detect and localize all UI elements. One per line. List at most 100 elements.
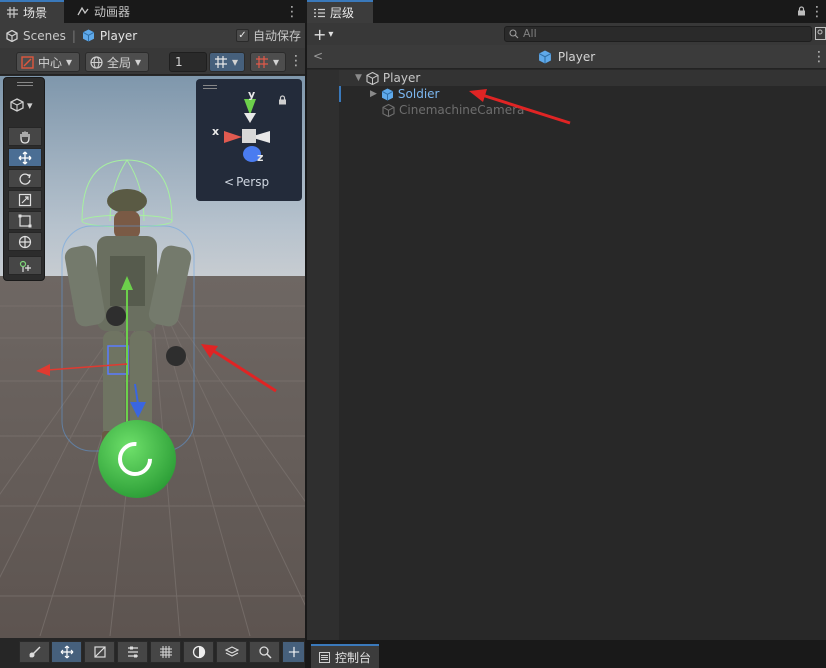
animator-icon <box>77 6 89 17</box>
drag-handle-icon[interactable] <box>17 82 33 86</box>
space-dropdown[interactable]: 全局 ▾ <box>85 52 149 72</box>
gizmo-y-label: y <box>248 88 256 101</box>
hand-icon <box>18 130 32 144</box>
toolbar-menu-kebab-icon[interactable]: ⋮ <box>289 53 303 69</box>
tab-console[interactable]: 控制台 <box>311 644 380 668</box>
plus-icon: + <box>313 25 327 44</box>
globe-icon <box>90 55 103 69</box>
search-icon <box>258 645 272 659</box>
move-arrows-icon <box>60 645 74 659</box>
search-tool-button[interactable] <box>249 641 280 663</box>
back-chevron-icon[interactable]: < <box>313 49 323 63</box>
rect-transform-icon <box>18 214 32 228</box>
gizmo-z-label: z <box>257 151 264 164</box>
hierarchy-item-label: Soldier <box>397 87 440 101</box>
breadcrumb-prefab-label: Player <box>99 28 138 43</box>
create-dropdown[interactable]: + ▾ <box>313 25 333 44</box>
chevron-down-icon: ▾ <box>232 55 239 69</box>
projection-label: Persp <box>236 175 270 189</box>
tab-hierarchy[interactable]: 层级 <box>307 0 373 23</box>
gameobject-cube-icon <box>382 103 395 117</box>
breadcrumb: Scenes | Player ✓ 自动保存 <box>0 23 305 48</box>
projection-toggle[interactable]: < Persp <box>224 175 269 189</box>
layers-tool-button[interactable] <box>216 641 247 663</box>
annotation-arrow <box>469 89 571 125</box>
prefab-cube-icon <box>82 29 95 42</box>
hierarchy-menu-kebab-icon[interactable]: ⋮ <box>810 4 824 20</box>
snap-tool-button[interactable] <box>84 641 115 663</box>
search-by-type-icon[interactable] <box>815 27 826 40</box>
gameobject-cube-icon <box>366 71 379 85</box>
autosave-label: 自动保存 <box>252 29 301 43</box>
layers-icon <box>224 645 239 659</box>
move-tool-button[interactable] <box>8 148 42 167</box>
tool-strip: ▾ <box>3 77 45 281</box>
hierarchy-item-label: Player <box>382 71 421 85</box>
breadcrumb-prefab[interactable]: Player <box>82 29 137 43</box>
shading-tool-button[interactable] <box>183 641 214 663</box>
tab-scene-label: 场景 <box>23 6 48 20</box>
custom-tool-button[interactable] <box>8 256 42 275</box>
grid-size-field[interactable]: 1 <box>169 52 207 72</box>
console-icon <box>319 651 330 663</box>
orientation-gizmo[interactable]: y x z < Persp <box>196 79 302 201</box>
breadcrumb-separator: | <box>71 28 76 43</box>
align-tool-button[interactable] <box>117 641 148 663</box>
rect-tool-button[interactable] <box>8 211 42 230</box>
move-arrows-icon <box>288 646 300 658</box>
prefab-context-header: < Player ⋮ <box>307 45 826 69</box>
autosave-toggle[interactable]: ✓ 自动保存 <box>235 27 301 44</box>
hierarchy-toolbar: + ▾ All <box>307 23 826 45</box>
hierarchy-tabbar: 层级 ⋮ <box>307 0 826 23</box>
tab-scene[interactable]: 场景 <box>0 0 64 23</box>
hierarchy-gutter <box>307 70 339 640</box>
chevron-down-icon: ▾ <box>135 55 142 69</box>
increment-snap-icon <box>255 55 269 69</box>
list-icon <box>314 8 325 18</box>
view-mode-dropdown[interactable]: ▾ <box>10 98 33 112</box>
cube-icon <box>10 98 24 112</box>
grid-icon <box>7 7 18 18</box>
hierarchy-item-soldier[interactable]: ▶ Soldier <box>370 86 439 102</box>
grid-snap-icon <box>214 55 228 69</box>
perspective-icon: < <box>224 175 235 189</box>
shading-sphere-icon <box>192 645 206 659</box>
search-input[interactable]: All <box>504 26 812 42</box>
increment-snap-button[interactable]: ▾ <box>250 52 286 72</box>
more-tool-button[interactable] <box>282 641 305 663</box>
chevron-down-icon: ▾ <box>27 98 33 112</box>
pivot-dropdown[interactable]: 中心 ▾ <box>16 52 80 72</box>
scale-icon <box>18 193 32 207</box>
hand-tool-button[interactable] <box>8 127 42 146</box>
scene-view-tool-button[interactable] <box>19 641 50 663</box>
hierarchy-item-player[interactable]: ▼ Player <box>355 70 420 86</box>
breadcrumb-scenes[interactable]: Scenes <box>6 29 66 43</box>
scene-bottom-toolbar <box>0 638 305 668</box>
tab-animator-label: 动画器 <box>94 5 131 19</box>
prefab-context-title: Player <box>557 49 596 64</box>
search-icon <box>509 29 519 39</box>
prefab-cube-icon <box>538 50 552 64</box>
lock-icon[interactable] <box>797 6 806 16</box>
expand-arrow-down-icon[interactable]: ▼ <box>355 73 362 83</box>
context-menu-kebab-icon[interactable]: ⋮ <box>812 49 826 65</box>
scene-menu-kebab-icon[interactable]: ⋮ <box>285 4 299 20</box>
expand-arrow-right-icon[interactable]: ▶ <box>370 89 377 99</box>
grid-tool-button[interactable] <box>150 641 181 663</box>
autosave-checkbox[interactable]: ✓ <box>235 29 249 42</box>
tab-animator[interactable]: 动画器 <box>70 0 137 23</box>
gizmo-x-label: x <box>212 125 220 138</box>
custom-tool-icon <box>18 259 32 273</box>
grid-snap-button[interactable]: ▾ <box>209 52 245 72</box>
scale-tool-button[interactable] <box>8 190 42 209</box>
eye-brush-icon <box>28 645 42 659</box>
rotate-icon <box>18 172 32 186</box>
bottom-move-tool-button[interactable] <box>51 641 82 663</box>
rotate-tool-button[interactable] <box>8 169 42 188</box>
grid-icon <box>159 645 173 659</box>
align-icon <box>126 645 140 659</box>
console-tabbar: 控制台 <box>307 640 826 668</box>
breadcrumb-scenes-label: Scenes <box>23 28 66 43</box>
transform-tool-button[interactable] <box>8 232 42 251</box>
scene-toolbar: 中心 ▾ 全局 ▾ 1 ▾ ▾ ⋮ <box>0 48 305 75</box>
